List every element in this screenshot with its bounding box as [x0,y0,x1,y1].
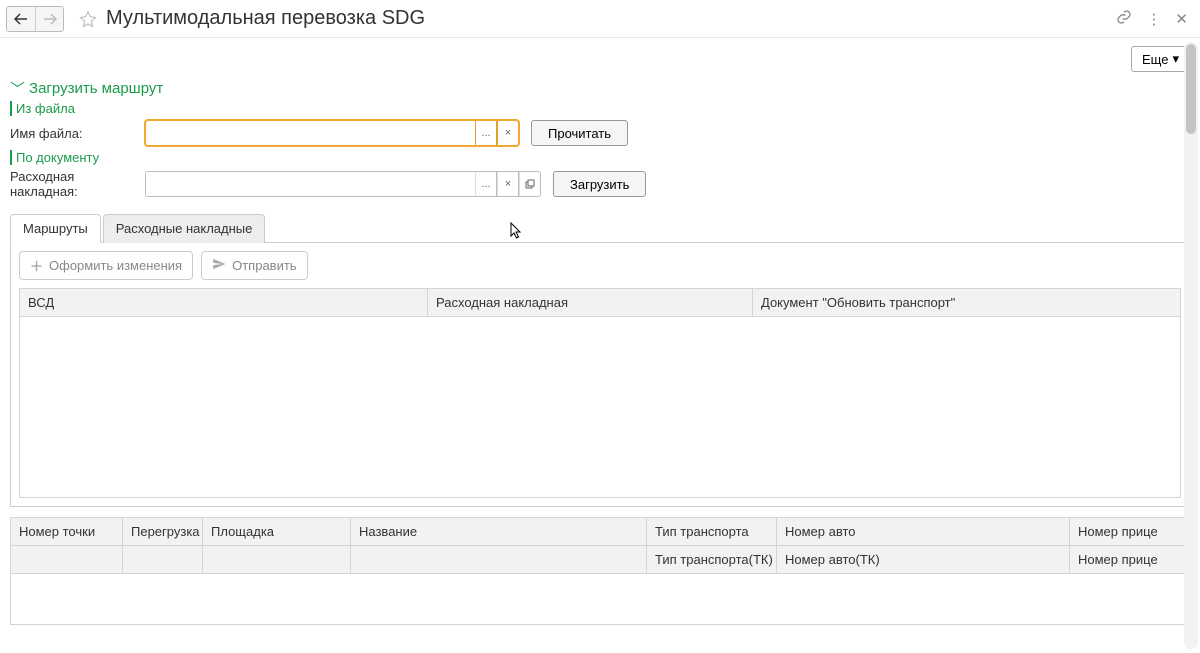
file-clear-button[interactable]: × [497,120,519,146]
more-button-label: Еще [1142,52,1168,67]
load-button[interactable]: Загрузить [553,171,646,197]
section-title: Загрузить маршрут [29,80,163,97]
tab-invoices[interactable]: Расходные накладные [103,214,266,243]
commit-label: Оформить изменения [49,258,182,273]
invoice-label: Расходная накладная: [10,169,145,199]
kebab-menu-icon[interactable]: ⋮ [1146,10,1161,28]
chevron-down-icon: ﹀ [10,78,25,99]
section-load-route[interactable]: ﹀ Загрузить маршрут [10,78,1190,99]
col-point-number[interactable]: Номер точки [11,518,123,545]
points-table-body[interactable] [11,574,1189,624]
col-platform[interactable]: Площадка [203,518,351,545]
forward-button[interactable] [35,7,63,31]
col-platform-2[interactable] [203,546,351,573]
subsection-from-file: Из файла [10,101,1190,116]
tab-routes[interactable]: Маршруты [10,214,101,243]
invoice-clear-button[interactable]: × [497,171,519,197]
close-icon[interactable]: ✕ [1175,10,1188,28]
points-table: Номер точки Перегрузка Площадка Название… [10,517,1190,625]
favorite-star-icon[interactable] [76,7,100,31]
file-browse-button[interactable]: ... [475,120,497,146]
col-name-2[interactable] [351,546,647,573]
col-transport-type[interactable]: Тип транспорта [647,518,777,545]
col-invoice[interactable]: Расходная накладная [428,289,753,316]
file-name-label: Имя файла: [10,126,145,141]
link-icon[interactable] [1116,9,1132,29]
routes-table: ВСД Расходная накладная Документ "Обнови… [19,288,1181,498]
chevron-down-icon: ▾ [1172,51,1179,67]
routes-table-body[interactable] [20,317,1180,497]
col-reload[interactable]: Перегрузка [123,518,203,545]
col-name[interactable]: Название [351,518,647,545]
file-name-input[interactable] [145,120,475,146]
col-vsd[interactable]: ВСД [20,289,428,316]
col-update-transport[interactable]: Документ "Обновить транспорт" [753,289,1180,316]
invoice-open-button[interactable] [519,171,541,197]
col-trailer-number[interactable]: Номер прице [1070,518,1189,545]
send-icon [212,257,226,274]
invoice-input[interactable] [145,171,475,197]
col-transport-type-tk[interactable]: Тип транспорта(ТК) [647,546,777,573]
vertical-scrollbar[interactable] [1184,42,1198,649]
send-button[interactable]: Отправить [201,251,307,280]
more-button[interactable]: Еще ▾ [1131,46,1190,72]
commit-changes-button[interactable]: ＋ Оформить изменения [19,251,193,280]
col-reload-2[interactable] [123,546,203,573]
page-title: Мультимодальная перевозка SDG [106,7,1116,30]
subsection-by-doc: По документу [10,150,1190,165]
back-button[interactable] [7,7,35,31]
col-point-number-2[interactable] [11,546,123,573]
invoice-browse-button[interactable]: ... [475,171,497,197]
send-label: Отправить [232,258,296,273]
read-button[interactable]: Прочитать [531,120,628,146]
col-auto-number-tk[interactable]: Номер авто(ТК) [777,546,1070,573]
col-auto-number[interactable]: Номер авто [777,518,1070,545]
plus-icon: ＋ [30,256,43,275]
scrollbar-thumb[interactable] [1186,44,1196,134]
col-trailer-number-tk[interactable]: Номер прице [1070,546,1189,573]
